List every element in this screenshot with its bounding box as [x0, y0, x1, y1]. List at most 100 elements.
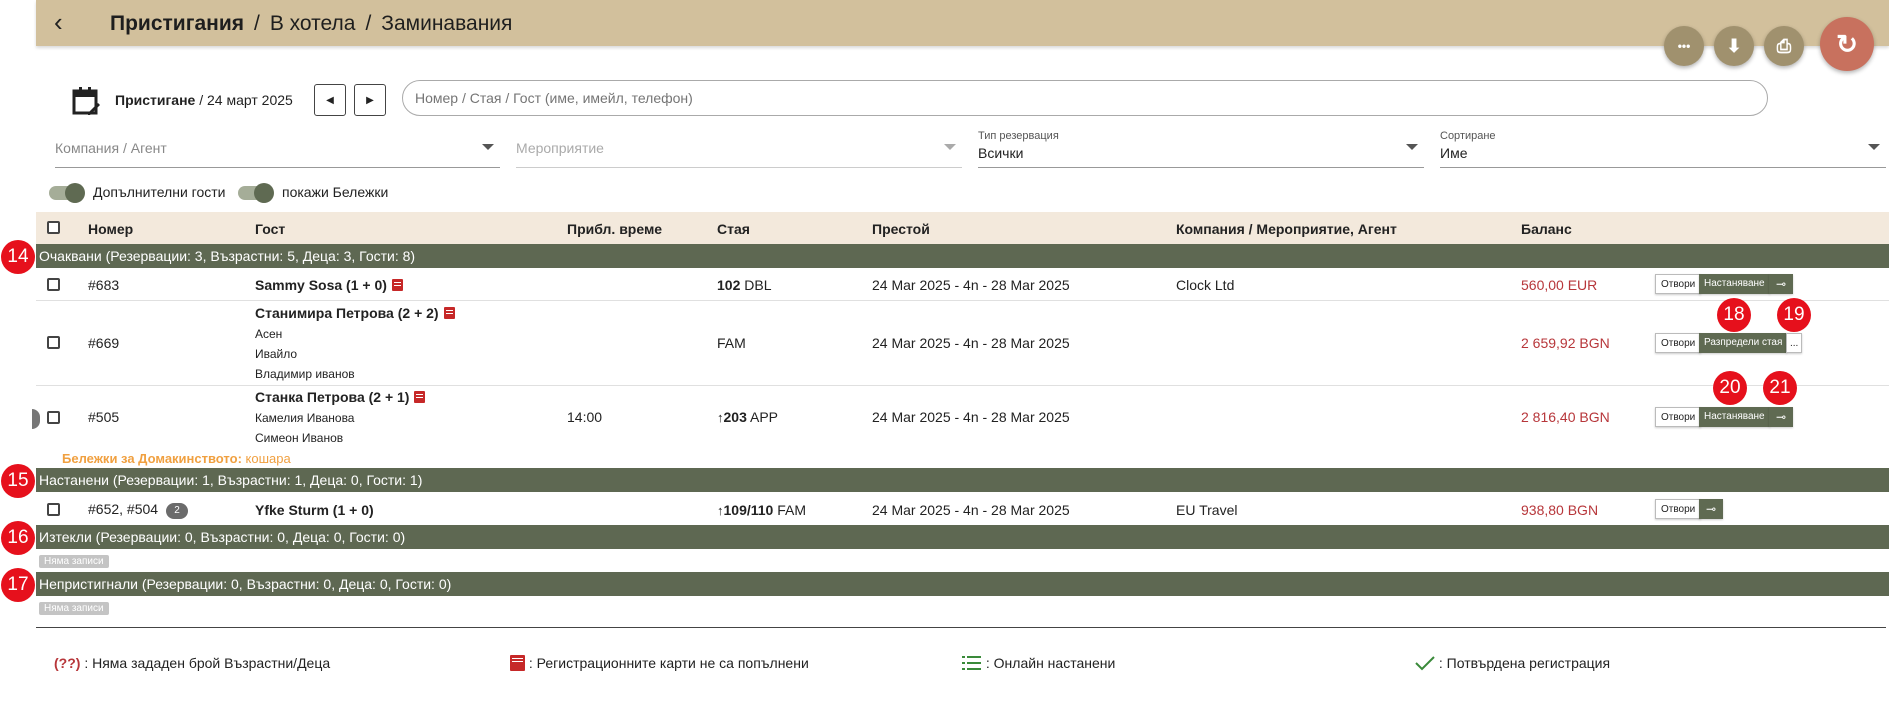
select-all-checkbox[interactable]	[47, 221, 60, 234]
legend-confirmed-registration: : Потвърдена регистрация	[1415, 655, 1610, 671]
checkin-button[interactable]: Настаняване	[1699, 274, 1770, 294]
open-button[interactable]: Отвори	[1655, 499, 1702, 519]
row-checkbox[interactable]	[47, 411, 60, 424]
no-records-chip: Няма записи	[39, 602, 109, 615]
list-check-icon	[962, 656, 981, 670]
more-icon: •••	[1677, 39, 1691, 53]
reservation-number[interactable]: #683	[88, 277, 119, 293]
room-number: 109/110	[723, 502, 774, 518]
group-checked-in[interactable]: Настанени (Резервации: 1, Възрастни: 1, …	[36, 468, 1889, 492]
open-button[interactable]: Отвори	[1655, 274, 1702, 294]
search-input[interactable]	[402, 80, 1768, 116]
breadcrumb-separator: /	[253, 12, 260, 35]
registration-card-icon	[414, 391, 426, 403]
tab-arrivals[interactable]: Пристигания	[110, 12, 244, 35]
calendar-edit-icon[interactable]	[72, 86, 100, 116]
chevron-down-icon	[482, 144, 494, 150]
reservation-number[interactable]: #669	[88, 335, 119, 351]
next-date-button[interactable]: ▶	[354, 84, 386, 116]
no-records-chip: Няма записи	[39, 555, 109, 568]
company-agent-placeholder: Компания / Агент	[55, 140, 167, 156]
back-icon[interactable]: ‹	[54, 8, 63, 36]
column-header-company[interactable]: Компания / Мероприятие, Агент	[1176, 221, 1397, 237]
company-name: Clock Ltd	[1176, 277, 1235, 293]
refresh-button[interactable]: ↻	[1820, 17, 1874, 71]
column-header-number[interactable]: Номер	[88, 221, 133, 237]
additional-guest: Владимир иванов	[255, 367, 355, 381]
group-no-show[interactable]: Непристигнали (Резервации: 0, Възрастни:…	[36, 572, 1889, 596]
sort-select[interactable]: Сортиране Име	[1440, 128, 1886, 168]
legend-text: : Онлайн настанени	[982, 655, 1116, 671]
chevron-down-icon	[1406, 144, 1418, 150]
reservation-number[interactable]: #505	[88, 409, 119, 425]
annotation-badge: 17	[1, 568, 35, 602]
additional-guest: Камелия Иванова	[255, 411, 355, 425]
show-notes-toggle[interactable]	[238, 183, 274, 203]
company-name: EU Travel	[1176, 502, 1238, 518]
group-expected[interactable]: Очаквани (Резервации: 3, Възрастни: 5, Д…	[36, 244, 1889, 268]
row-expand-handle[interactable]	[32, 409, 40, 429]
annotation-badge: 14	[1, 240, 35, 274]
reservation-type-select[interactable]: Тип резервация Всички	[978, 128, 1424, 168]
checkin-button[interactable]: Настаняване	[1699, 407, 1770, 427]
balance-value: 938,80 BGN	[1521, 502, 1599, 518]
download-button[interactable]: ⬇	[1714, 26, 1754, 66]
column-header-balance[interactable]: Баланс	[1521, 221, 1572, 237]
reservation-type-label: Тип резервация	[978, 130, 1059, 142]
room-number: 203	[723, 409, 747, 425]
annotation-badge: 16	[1, 521, 35, 555]
legend-missing-count: (??) : Няма зададен брой Възрастни/Деца	[54, 655, 330, 671]
room-type: APP	[746, 409, 778, 425]
open-button[interactable]: Отвори	[1655, 407, 1702, 427]
column-header-stay[interactable]: Престой	[872, 221, 930, 237]
open-button[interactable]: Отвори	[1655, 333, 1702, 353]
more-options-button[interactable]: •••	[1664, 26, 1704, 66]
print-button[interactable]: ⎙	[1764, 26, 1804, 66]
guest-name[interactable]: Sammy Sosa (1 + 0)	[255, 277, 403, 293]
row-checkbox[interactable]	[47, 278, 60, 291]
more-actions-button[interactable]: ...	[1786, 333, 1803, 353]
tab-departures[interactable]: Заминавания	[381, 12, 512, 35]
company-agent-select[interactable]: Компания / Агент	[55, 128, 500, 168]
annotation-badge: 21	[1763, 371, 1797, 405]
annotation-badge: 15	[1, 464, 35, 498]
row-checkbox[interactable]	[47, 336, 60, 349]
chevron-down-icon	[1868, 144, 1880, 150]
housekeeping-note: Бележки за Домакинството: кошара	[62, 451, 291, 466]
room: ↑203 APP	[717, 409, 778, 425]
sort-value: Име	[1440, 145, 1468, 161]
stay-dates: 24 Mar 2025 - 4n - 28 Mar 2025	[872, 335, 1070, 351]
stay-dates: 24 Mar 2025 - 4n - 28 Mar 2025	[872, 277, 1070, 293]
housekeeping-note-label: Бележки за Домакинството:	[62, 451, 242, 466]
column-header-guest[interactable]: Гост	[255, 221, 285, 237]
row-divider	[36, 300, 1889, 301]
housekeeping-note-value: кошара	[241, 451, 291, 466]
prev-date-button[interactable]: ◀	[314, 84, 346, 116]
column-header-time[interactable]: Прибл. време	[567, 221, 662, 237]
caret-right-icon: ▶	[366, 94, 374, 106]
room-type: FAM	[717, 335, 746, 351]
date-label: Пристигане / 24 март 2025	[115, 92, 293, 108]
group-departed[interactable]: Изтекли (Резервации: 0, Възрастни: 0, Де…	[36, 525, 1889, 549]
tab-in-hotel[interactable]: В хотела	[270, 12, 356, 35]
annotation-badge: 18	[1717, 298, 1751, 332]
key-button[interactable]: ⊸	[1699, 499, 1723, 519]
reservation-number[interactable]: #652, #504 2	[88, 501, 189, 519]
event-select[interactable]: Мероприятие	[516, 128, 962, 168]
additional-guests-toggle[interactable]	[49, 183, 85, 203]
column-header-room[interactable]: Стая	[717, 221, 750, 237]
reservation-count-badge: 2	[166, 503, 189, 519]
guest-name[interactable]: Станка Петрова (2 + 1)	[255, 389, 426, 405]
balance-value: 2 816,40 BGN	[1521, 409, 1610, 425]
reservation-numbers-text: #652, #504	[88, 501, 159, 517]
balance-value: 560,00 EUR	[1521, 277, 1598, 293]
guest-name[interactable]: Станимира Петрова (2 + 2)	[255, 305, 455, 321]
key-button[interactable]: ⊸	[1769, 407, 1793, 427]
assign-room-button[interactable]: Разпредели стая	[1699, 333, 1788, 353]
guest-name[interactable]: Yfke Sturm (1 + 0)	[255, 502, 374, 518]
caret-left-icon: ◀	[326, 94, 334, 106]
additional-guest: Симеон Иванов	[255, 431, 344, 445]
guest-name-text: Станка Петрова (2 + 1)	[255, 389, 410, 405]
row-checkbox[interactable]	[47, 503, 60, 516]
key-button[interactable]: ⊸	[1769, 274, 1793, 294]
